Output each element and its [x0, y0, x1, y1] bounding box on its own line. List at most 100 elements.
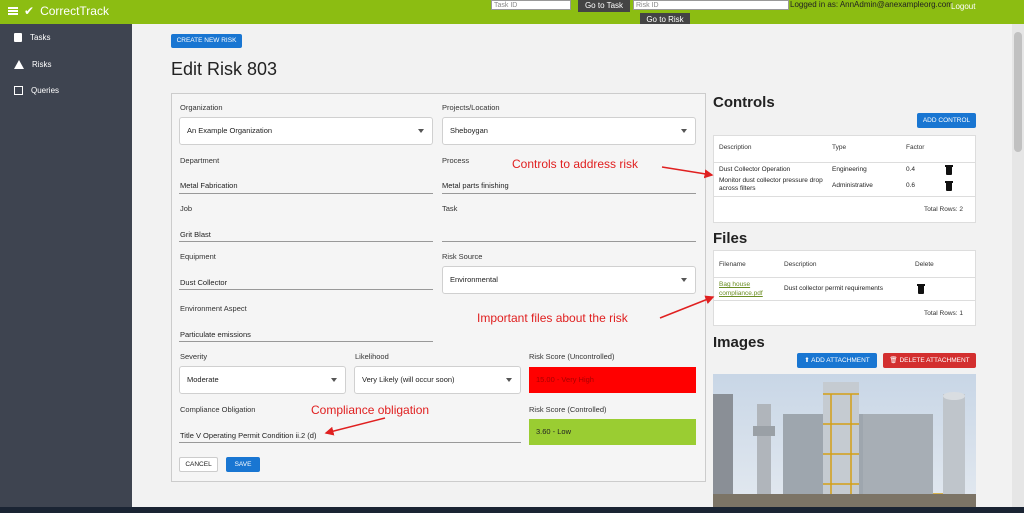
job-label: Job [180, 204, 193, 213]
control-factor: 0.4 [906, 166, 916, 173]
sidebar-item-queries[interactable]: Queries [14, 86, 59, 95]
likelihood-select[interactable]: Very Likely (will occur soon) [354, 366, 521, 394]
sidebar-item-label: Tasks [30, 33, 51, 42]
images-title: Images [713, 334, 765, 351]
organization-select[interactable]: An Example Organization [179, 117, 433, 145]
file-link[interactable]: Bag house compliance.pdf [719, 280, 777, 298]
divider [442, 193, 696, 194]
brand: ✔ CorrectTrack [8, 4, 109, 18]
equipment-field[interactable]: Dust Collector [180, 278, 227, 287]
task-id-input[interactable]: Task ID [491, 0, 571, 10]
industrial-facility-image[interactable] [713, 374, 976, 507]
risk-source-label: Risk Source [442, 252, 483, 261]
files-title: Files [713, 230, 748, 247]
compliance-field[interactable]: Title V Operating Permit Condition ii.2 … [180, 431, 316, 440]
page-title: Edit Risk 803 [171, 59, 278, 79]
trash-icon[interactable] [945, 181, 953, 191]
os-taskbar [0, 507, 1024, 513]
dropdown-arrow-icon [681, 278, 687, 282]
trash-icon[interactable] [945, 165, 953, 175]
divider [713, 300, 976, 301]
equipment-label: Equipment [180, 252, 216, 261]
sidebar-item-label: Risks [32, 60, 52, 69]
divider [179, 289, 433, 290]
add-control-button[interactable]: ADD CONTROL [917, 113, 976, 128]
severity-label: Severity [180, 352, 208, 361]
document-icon [14, 33, 22, 42]
divider [442, 241, 696, 242]
control-description: Monitor dust collector pressure drop acr… [719, 177, 823, 192]
delete-attachment-button[interactable]: 🗑 DELETE ATTACHMENT [883, 353, 976, 368]
sidebar-item-risks[interactable]: Risks [14, 60, 52, 69]
menu-icon[interactable] [8, 7, 18, 15]
annotation-files: Important files about the risk [477, 311, 628, 325]
column-header: Delete [915, 261, 934, 268]
sidebar: Tasks Risks Queries [0, 24, 132, 513]
controls-title: Controls [713, 94, 775, 111]
control-factor: 0.6 [906, 182, 916, 189]
risk-score-controlled: 3.60 - Low [529, 419, 696, 445]
environment-aspect-field[interactable]: Particulate emissions [180, 330, 251, 339]
environment-aspect-label: Environment Aspect [180, 304, 247, 313]
dropdown-arrow-icon [681, 129, 687, 133]
projects-value: Sheboygan [450, 126, 488, 135]
sidebar-item-tasks[interactable]: Tasks [14, 33, 50, 42]
cancel-button[interactable]: CANCEL [179, 457, 218, 472]
logged-in-text: Logged in as: AnnAdmin@anexampleorg.com [790, 0, 953, 9]
divider [179, 241, 433, 242]
sidebar-item-label: Queries [31, 86, 60, 95]
save-button[interactable]: SAVE [226, 457, 260, 472]
scrollbar-thumb[interactable] [1014, 32, 1022, 152]
file-description: Dust collector permit requirements [784, 285, 883, 292]
add-attachment-label: ADD ATTACHMENT [811, 357, 870, 364]
column-header: Filename [719, 261, 746, 268]
top-bar: ✔ CorrectTrack Task ID Go to Task Risk I… [0, 0, 1024, 24]
risk-uncontrolled-label: Risk Score (Uncontrolled) [529, 352, 615, 361]
risk-id-input[interactable]: Risk ID [633, 0, 789, 10]
column-header: Factor [906, 144, 925, 151]
dropdown-arrow-icon [506, 378, 512, 382]
risk-source-value: Environmental [450, 275, 498, 284]
task-label: Task [442, 204, 458, 213]
divider [713, 162, 976, 163]
industrial-facility-illustration [713, 382, 976, 507]
column-header: Type [832, 144, 847, 151]
scrollbar[interactable] [1012, 24, 1024, 507]
risk-controlled-label: Risk Score (Controlled) [529, 405, 607, 414]
department-field[interactable]: Metal Fabrication [180, 181, 238, 190]
control-description: Dust Collector Operation [719, 166, 791, 173]
process-field[interactable]: Metal parts finishing [442, 181, 509, 190]
divider [179, 193, 433, 194]
dropdown-arrow-icon [418, 129, 424, 133]
divider [713, 196, 976, 197]
annotation-compliance: Compliance obligation [311, 403, 430, 417]
create-new-risk-button[interactable]: CREATE NEW RISK [171, 34, 242, 48]
projects-select[interactable]: Sheboygan [442, 117, 696, 145]
control-type: Engineering [832, 166, 867, 173]
divider [713, 277, 976, 278]
warning-icon [14, 60, 24, 69]
divider [179, 341, 433, 342]
divider [179, 442, 521, 443]
annotation-controls: Controls to address risk [512, 157, 639, 171]
column-header: Description [719, 144, 752, 151]
department-label: Department [180, 156, 220, 165]
controls-total-rows: Total Rows: 2 [924, 206, 964, 213]
severity-select[interactable]: Moderate [179, 366, 346, 394]
dropdown-arrow-icon [331, 378, 337, 382]
trash-icon[interactable] [917, 284, 925, 294]
add-attachment-button[interactable]: ⬆ ADD ATTACHMENT [797, 353, 877, 368]
logout-link[interactable]: Logout [951, 2, 975, 11]
compliance-label: Compliance Obligation [180, 405, 256, 414]
risk-source-select[interactable]: Environmental [442, 266, 696, 294]
severity-value: Moderate [187, 375, 219, 384]
column-header: Description [784, 261, 817, 268]
upload-icon: ⬆ [804, 357, 810, 364]
control-type: Administrative [832, 182, 873, 189]
delete-attachment-label: DELETE ATTACHMENT [899, 357, 970, 364]
square-icon [14, 86, 23, 95]
go-to-task-button[interactable]: Go to Task [578, 0, 630, 12]
files-total-rows: Total Rows: 1 [924, 310, 964, 317]
job-field[interactable]: Grit Blast [180, 230, 211, 239]
likelihood-value: Very Likely (will occur soon) [362, 375, 455, 384]
